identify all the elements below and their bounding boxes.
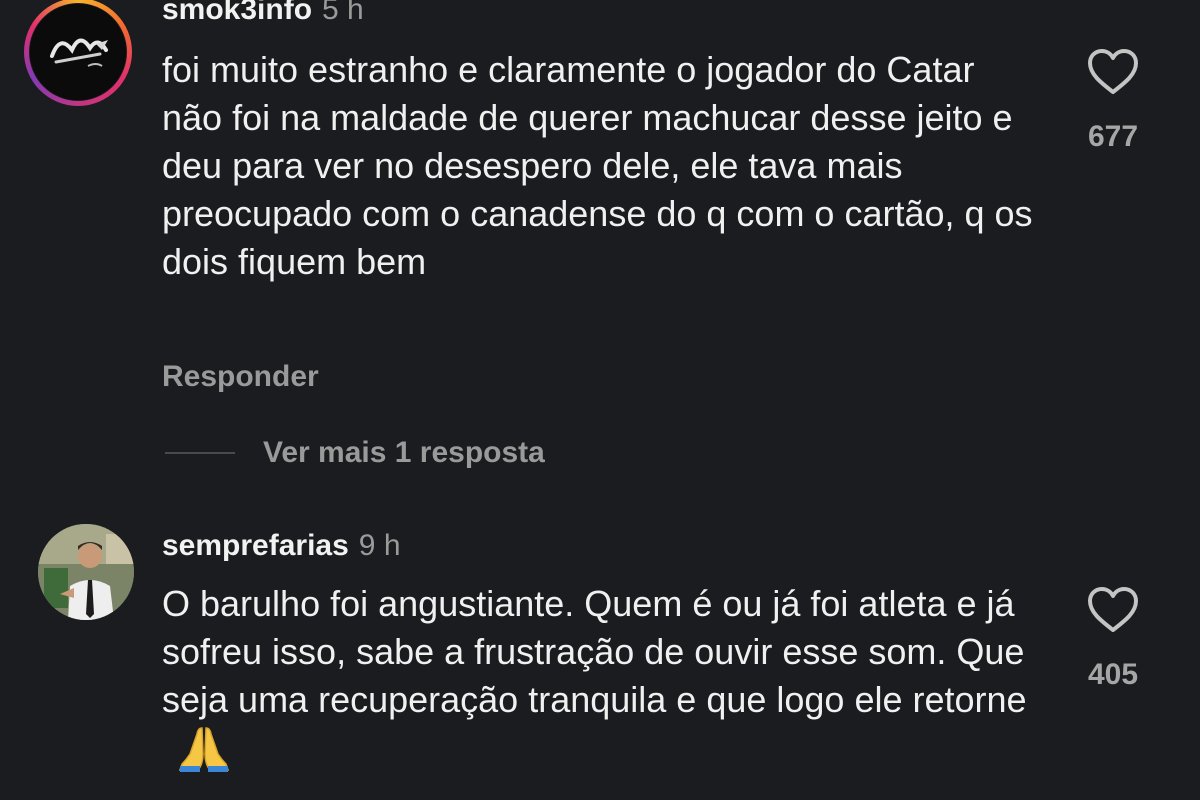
smoke-logo-icon [30,4,126,100]
like-button[interactable]: 405 [1063,586,1163,692]
reply-button[interactable]: Responder [162,360,319,394]
person-photo-icon [38,524,134,620]
heart-icon [1088,587,1138,632]
like-count: 405 [1087,658,1139,691]
comment-text: O barulho foi angustiante. Quem é ou já … [162,580,1062,784]
folded-hands-icon [176,724,232,784]
comment-text-body: O barulho foi angustiante. Quem é ou já … [162,583,1027,720]
heart-icon [1088,49,1138,94]
like-button[interactable]: 677 [1063,48,1163,154]
timestamp: 9 h [358,529,401,562]
comment-text: foi muito estranho e claramente o jogado… [162,49,1033,282]
username[interactable]: smok3info [162,0,312,26]
comment-header: smok3info 5 h [162,0,364,28]
avatar[interactable] [30,4,126,100]
like-count: 677 [1087,120,1139,153]
divider-line [165,452,235,454]
view-more-replies-label: Ver mais 1 resposta [263,436,545,469]
timestamp: 5 h [322,0,364,26]
comment-header: semprefarias 9 h [162,528,401,564]
username[interactable]: semprefarias [162,529,349,562]
avatar[interactable] [38,524,134,620]
view-more-replies[interactable]: Ver mais 1 resposta [165,433,545,473]
